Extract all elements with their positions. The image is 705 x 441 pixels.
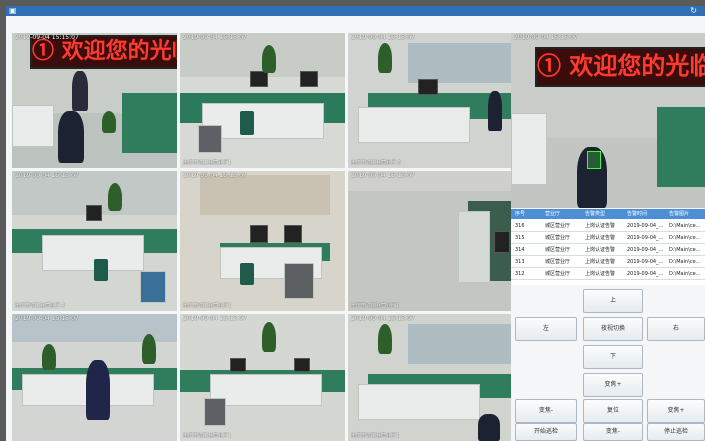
camera-timestamp: 2019-09-04 15:15:07 bbox=[351, 315, 415, 322]
camera-timestamp: 2019-09-04 15:15:07 bbox=[514, 34, 578, 41]
camera-timestamp: 2019-09-04 15:15:07 bbox=[183, 315, 247, 322]
camera-timestamp: 2019-09-04 15:15:07 bbox=[15, 315, 79, 322]
header-alarm-type: 告警类型 bbox=[585, 211, 606, 217]
header-index: 序号 bbox=[515, 211, 526, 217]
table-row[interactable]: 315 城区营业厅 上岗认证告警 2019-09-04_… D:\Main\ce… bbox=[511, 233, 705, 244]
camera-location: 重庆市城口县营业厅-3 bbox=[351, 160, 401, 166]
led-welcome-sign: ① 欢迎您的光临 bbox=[535, 47, 705, 87]
start-patrol-button[interactable]: 开始巡检 bbox=[515, 423, 577, 441]
camera-timestamp: 2019-09-04 15:15:07 bbox=[183, 172, 247, 179]
person bbox=[72, 71, 88, 111]
table-row[interactable]: 314 城区营业厅 上岗认证告警 2019-09-04_… D:\Main\ce… bbox=[511, 245, 705, 256]
camera-feed-4[interactable]: 2019-09-04 15:15:07 重庆市城口县营业厅-4 bbox=[12, 171, 177, 311]
camera-location: 重庆市城口县营业厅-4 bbox=[15, 303, 65, 309]
camera-timestamp: 2019-09-04 15:15:07 bbox=[351, 34, 415, 41]
camera-feed-7[interactable]: 2019-09-04 15:15:07 bbox=[12, 314, 177, 441]
camera-feed-9[interactable]: 2019-09-04 15:15:07 重庆市城口县营业厅1 bbox=[348, 314, 511, 441]
camera-location: 重庆市城口县营业厅1 bbox=[351, 433, 400, 439]
refresh-icon[interactable]: ↻ bbox=[690, 6, 697, 16]
camera-timestamp: 2019-09-04 15:15:07 bbox=[15, 34, 79, 41]
camera-timestamp: 2019-09-04 15:15:07 bbox=[15, 172, 79, 179]
camera-timestamp: 2019-09-04 15:15:07 bbox=[351, 172, 415, 179]
camera-location: 重庆市城口县营业厅1 bbox=[183, 433, 232, 439]
camera-feed-1[interactable]: ① 欢迎您的光临 2019-09-04 15:15:07 bbox=[12, 33, 177, 168]
face-detection-box bbox=[587, 151, 601, 169]
night-vision-toggle-button[interactable]: 夜视切换 bbox=[583, 317, 643, 341]
ptz-control-panel: 上 左 夜视切换 右 下 变焦+ 变焦- 复位 变焦+ 开始巡检 变焦- 停止巡… bbox=[511, 285, 705, 441]
alert-table-header: 序号 营业厅 告警类型 告警时间 告警图片 bbox=[511, 209, 705, 219]
header-hall: 营业厅 bbox=[545, 211, 561, 217]
header-alarm-image: 告警图片 bbox=[669, 211, 690, 217]
focus-minus-button[interactable]: 变焦- bbox=[515, 399, 577, 423]
person bbox=[58, 111, 84, 163]
table-row[interactable]: 312 城区营业厅 上岗认证告警 2019-09-04_… D:\Main\ce… bbox=[511, 269, 705, 280]
camera-location: 重庆市城口县营业厅1 bbox=[351, 303, 400, 309]
person bbox=[86, 360, 110, 420]
stop-patrol-button[interactable]: 停止巡检 bbox=[647, 423, 705, 441]
person bbox=[478, 414, 500, 441]
zoom-out-button[interactable]: 变焦- bbox=[583, 423, 643, 441]
camera-feed-8[interactable]: 2019-09-04 15:15:07 重庆市城口县营业厅1 bbox=[180, 314, 345, 441]
camera-feed-6[interactable]: 2019-09-04 15:15:07 重庆市城口县营业厅1 bbox=[348, 171, 511, 311]
camera-feed-3[interactable]: 2019-09-04 15:15:07 重庆市城口县营业厅-3 bbox=[348, 33, 511, 168]
camera-feed-5[interactable]: 2019-09-04 15:15:07 重庆市城口县营业厅1 bbox=[180, 171, 345, 311]
title-bar: ▣ ↻ bbox=[6, 6, 705, 16]
table-row[interactable]: 316 城区营业厅 上岗认证告警 2019-09-04_… D:\Main\ce… bbox=[511, 221, 705, 232]
app-icon: ▣ bbox=[9, 6, 17, 15]
home-button[interactable]: 复位 bbox=[583, 399, 643, 423]
ptz-left-button[interactable]: 左 bbox=[515, 317, 577, 341]
person bbox=[488, 91, 502, 131]
ptz-down-button[interactable]: 下 bbox=[583, 345, 643, 369]
camera-location: 重庆市城口县营业厅1 bbox=[183, 303, 232, 309]
table-row[interactable]: 313 城区营业厅 上岗认证告警 2019-09-04_… D:\Main\ce… bbox=[511, 257, 705, 268]
camera-feed-2[interactable]: 2019-09-04 15:15:07 重庆市城口县营业厅1 bbox=[180, 33, 345, 168]
zoom-in-button[interactable]: 变焦+ bbox=[583, 373, 643, 397]
camera-timestamp: 2019-09-04 15:15:07 bbox=[183, 34, 247, 41]
monitor-window: ▣ ↻ ① 欢迎您的光临 2019-09-04 15:15:07 2019-09… bbox=[6, 6, 705, 441]
alert-table: 序号 营业厅 告警类型 告警时间 告警图片 316 城区营业厅 上岗认证告警 2… bbox=[511, 209, 705, 285]
header-alarm-time: 告警时间 bbox=[627, 211, 648, 217]
focus-plus-button[interactable]: 变焦+ bbox=[647, 399, 705, 423]
main-camera-view[interactable]: ① 欢迎您的光临 2019-09-04 15:15:07 bbox=[511, 33, 705, 208]
camera-location: 重庆市城口县营业厅1 bbox=[183, 160, 232, 166]
ptz-up-button[interactable]: 上 bbox=[583, 289, 643, 313]
ptz-right-button[interactable]: 右 bbox=[647, 317, 705, 341]
